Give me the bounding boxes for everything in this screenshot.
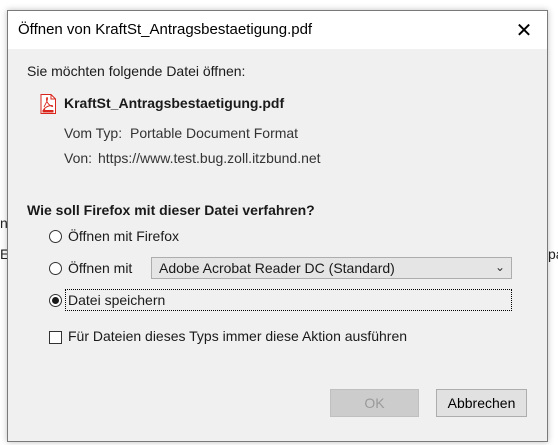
radio-open-with-firefox[interactable]	[49, 230, 62, 243]
close-icon: ✕	[515, 19, 533, 42]
application-select[interactable]: Adobe Acrobat Reader DC (Standard) ⌄	[151, 257, 512, 279]
cancel-button[interactable]: Abbrechen	[436, 389, 527, 417]
intro-text: Sie möchten folgende Datei öffnen:	[27, 63, 246, 79]
download-dialog: Öffnen von KraftSt_Antragsbestaetigung.p…	[7, 10, 548, 442]
close-button[interactable]: ✕	[501, 11, 547, 49]
radio-save-file-label[interactable]: Datei speichern	[68, 292, 165, 308]
ok-button[interactable]: OK	[330, 389, 419, 417]
title-bar[interactable]: Öffnen von KraftSt_Antragsbestaetigung.p…	[8, 11, 547, 49]
radio-open-with[interactable]	[49, 262, 62, 275]
file-type-value: Portable Document Format	[130, 125, 299, 141]
application-select-value: Adobe Acrobat Reader DC (Standard)	[159, 260, 395, 276]
dialog-title: Öffnen von KraftSt_Antragsbestaetigung.p…	[18, 21, 313, 38]
pdf-file-icon	[40, 94, 56, 114]
action-question: Wie soll Firefox mit dieser Datei verfah…	[27, 202, 315, 218]
cancel-button-label: Abbrechen	[447, 395, 516, 411]
radio-open-with-label[interactable]: Öffnen mit	[68, 260, 132, 276]
radio-open-with-firefox-label[interactable]: Öffnen mit Firefox	[68, 228, 179, 244]
background-text-fragment: pa	[548, 246, 558, 262]
file-source-value: https://www.test.bug.zoll.itzbund.net	[98, 150, 321, 166]
file-type-label: Vom Typ:	[64, 125, 123, 141]
remember-action-checkbox[interactable]	[49, 331, 62, 344]
ok-button-label: OK	[364, 395, 385, 411]
remember-action-label[interactable]: Für Dateien dieses Typs immer diese Akti…	[68, 328, 407, 344]
file-source-label: Von:	[64, 150, 93, 166]
file-name: KraftSt_Antragsbestaetigung.pdf	[64, 95, 285, 111]
radio-save-file[interactable]	[49, 294, 62, 307]
chevron-down-icon: ⌄	[494, 260, 505, 274]
